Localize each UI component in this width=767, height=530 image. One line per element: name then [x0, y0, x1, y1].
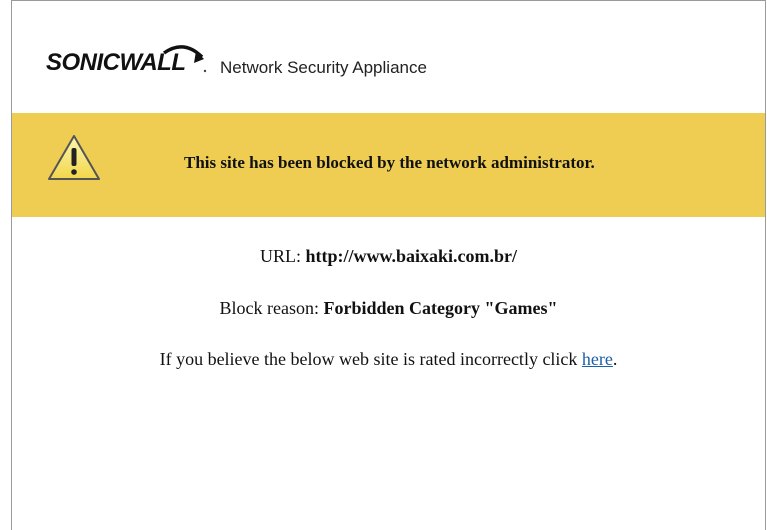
url-value: http://www.baixaki.com.br/	[305, 246, 518, 266]
url-line: URL: http://www.baixaki.com.br/	[12, 246, 765, 267]
reason-label: Block reason:	[219, 298, 324, 318]
logo-swoosh-icon	[162, 45, 207, 73]
appeal-link[interactable]: here	[582, 349, 613, 369]
product-name: Network Security Appliance	[220, 58, 427, 77]
reason-value: Forbidden Category "Games"	[323, 298, 558, 318]
warning-triangle-icon	[48, 135, 100, 180]
block-page: SONICWALL Network Security Appliance Thi…	[11, 0, 766, 530]
blocked-message: This site has been blocked by the networ…	[184, 153, 595, 172]
reason-line: Block reason: Forbidden Category "Games"	[12, 298, 765, 319]
appeal-line: If you believe the below web site is rat…	[12, 349, 765, 370]
appeal-text: If you believe the below web site is rat…	[159, 349, 582, 369]
appeal-end: .	[612, 349, 618, 369]
page-header: SONICWALL Network Security Appliance	[12, 1, 765, 113]
url-label: URL:	[259, 246, 306, 266]
blocked-banner: This site has been blocked by the networ…	[12, 113, 765, 217]
